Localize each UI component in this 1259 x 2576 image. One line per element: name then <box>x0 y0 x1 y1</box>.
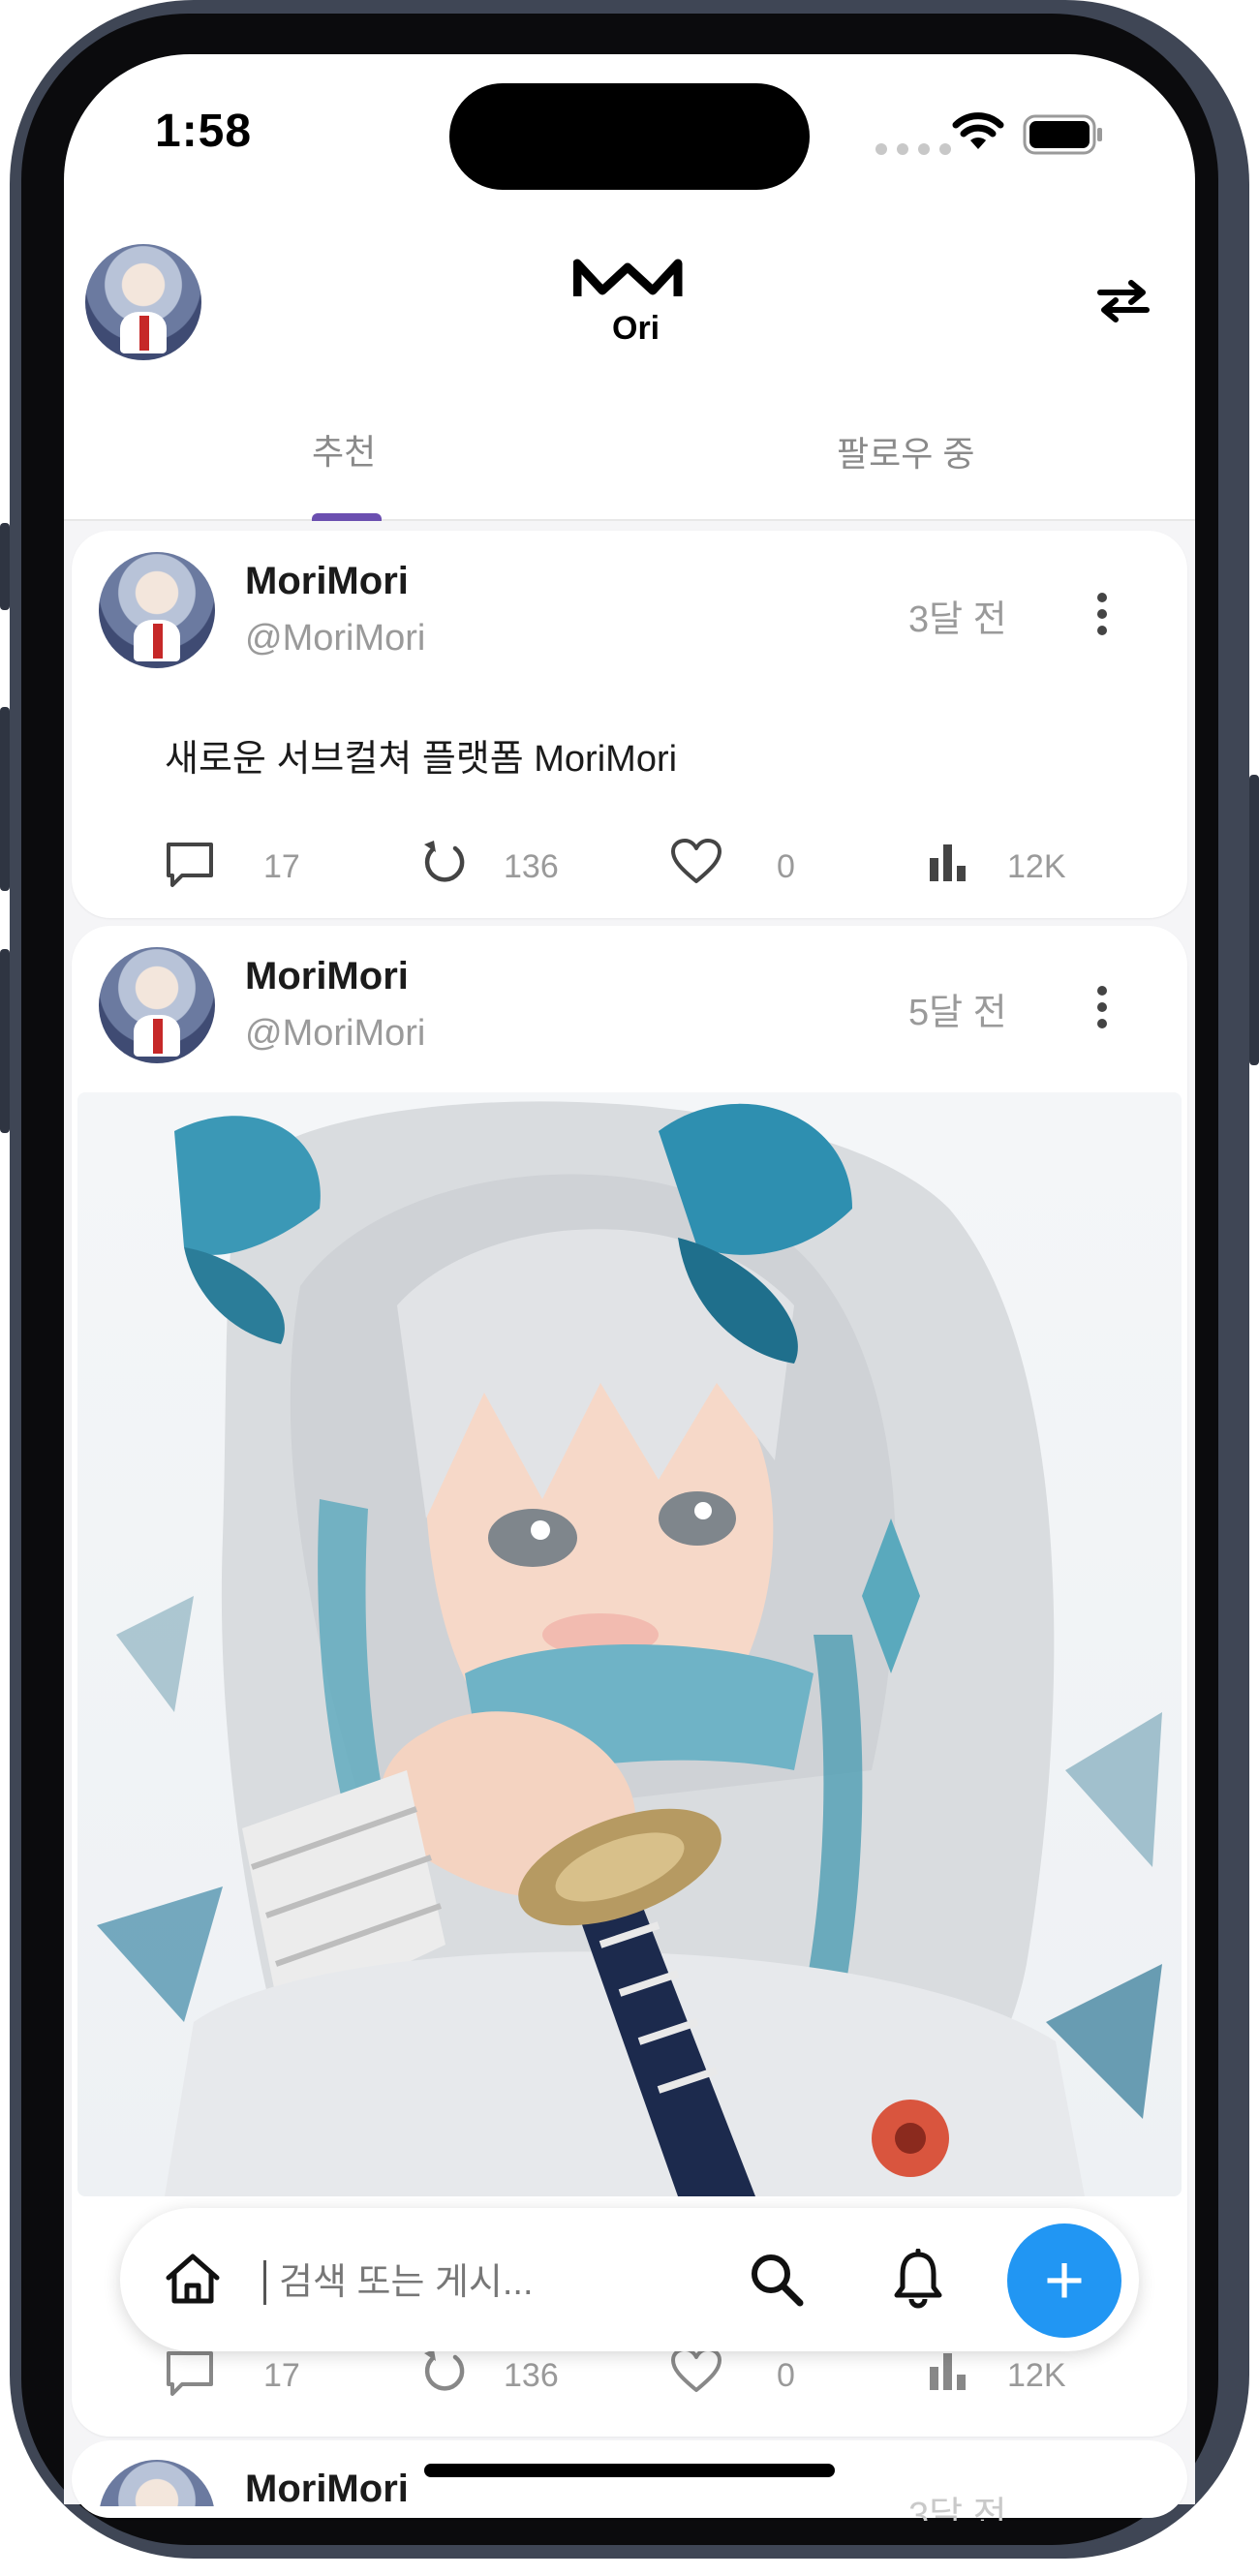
comment-count: 17 <box>263 2357 300 2394</box>
heart-icon[interactable] <box>670 839 722 885</box>
comment-count: 17 <box>263 848 300 885</box>
wifi-icon <box>952 112 1004 149</box>
post-author-avatar[interactable] <box>99 552 215 668</box>
like-count: 0 <box>777 2357 795 2394</box>
search-icon[interactable] <box>748 2251 806 2309</box>
text-cursor <box>263 2260 266 2305</box>
home-icon[interactable] <box>165 2253 221 2305</box>
mute-switch <box>0 523 10 610</box>
more-options-icon[interactable] <box>1097 593 1107 642</box>
comment-icon[interactable] <box>165 2349 215 2398</box>
power-button <box>1249 775 1259 1065</box>
heart-icon[interactable] <box>670 2347 722 2394</box>
post-author-name[interactable]: MoriMori <box>245 2468 409 2511</box>
post-text: 새로운 서브컬쳐 플랫폼 MoriMori <box>165 739 678 780</box>
repost-count: 136 <box>504 2357 559 2394</box>
post-author-name[interactable]: MoriMori <box>245 560 409 603</box>
morimori-logo: Ori <box>573 259 683 343</box>
post-author-handle: @MoriMori <box>245 1013 426 1054</box>
post-time: 5달 전 <box>908 993 1007 1033</box>
volume-down-button <box>0 949 10 1133</box>
view-count: 12K <box>1007 2357 1066 2394</box>
more-options-icon[interactable] <box>1097 986 1107 1035</box>
repost-icon[interactable] <box>418 2346 467 2398</box>
status-time: 1:58 <box>155 106 253 157</box>
profile-avatar[interactable] <box>85 244 201 360</box>
create-post-button[interactable]: + <box>1007 2223 1121 2338</box>
comment-icon[interactable] <box>165 841 215 889</box>
post-author-handle: @MoriMori <box>245 618 426 659</box>
repost-count: 136 <box>504 848 559 885</box>
swap-arrows-icon[interactable] <box>1096 277 1151 325</box>
post-card[interactable] <box>72 2440 1187 2518</box>
search-input[interactable] <box>277 2253 697 2313</box>
views-chart-icon[interactable] <box>928 841 970 883</box>
post-author-name[interactable]: MoriMori <box>245 955 409 998</box>
tab-recommended[interactable]: 추천 <box>312 424 376 475</box>
post-author-avatar[interactable] <box>99 947 215 1063</box>
home-indicator <box>424 2464 835 2477</box>
post-time: 3달 전 <box>908 599 1007 640</box>
tab-following[interactable]: 팔로우 중 <box>837 426 974 476</box>
repost-icon[interactable] <box>418 837 467 889</box>
anime-girl-illustration <box>97 1101 1162 2196</box>
like-count: 0 <box>777 848 795 885</box>
cellular-signal-icon <box>875 143 951 155</box>
view-count: 12K <box>1007 848 1066 885</box>
notification-bell-icon[interactable] <box>893 2249 943 2311</box>
views-chart-icon[interactable] <box>928 2349 970 2392</box>
post-image[interactable] <box>77 1092 1182 2196</box>
logo-letters: Ori <box>612 310 660 343</box>
battery-icon <box>1023 114 1102 155</box>
dynamic-island <box>449 83 810 190</box>
volume-up-button <box>0 707 10 891</box>
